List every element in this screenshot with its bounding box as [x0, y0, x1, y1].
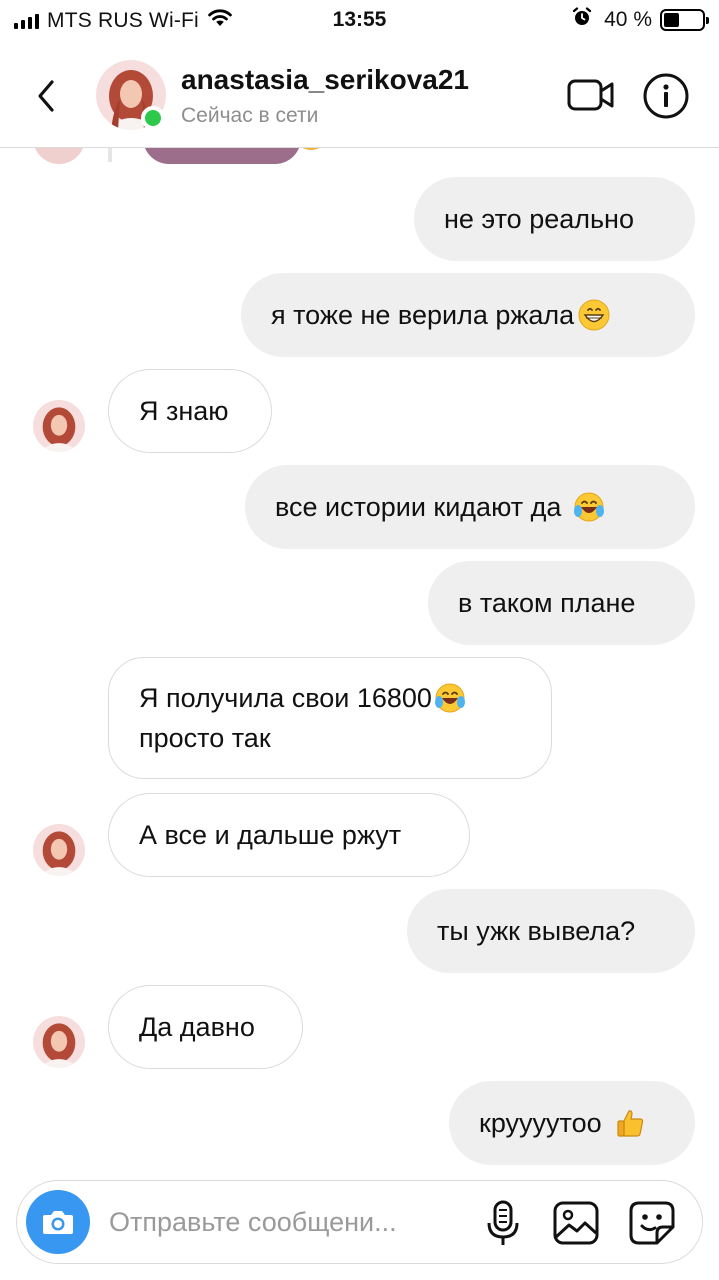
status-bar: MTS RUS Wi-Fi 13:55 40 %	[0, 0, 719, 42]
message-bubble-sent[interactable]: в таком плане	[428, 561, 695, 645]
alarm-icon	[572, 7, 592, 32]
message-text: все истории кидают да	[275, 492, 562, 522]
message-bubble-received[interactable]: Я знаю	[108, 369, 272, 453]
grinning-face-icon	[578, 299, 610, 331]
battery-icon	[660, 8, 709, 31]
battery-level	[664, 12, 679, 27]
message-text: я тоже не верила ржала	[271, 300, 575, 330]
message-bubble-received[interactable]: Да давно	[108, 985, 303, 1069]
tears-of-joy-icon	[434, 682, 466, 714]
sender-avatar[interactable]	[33, 1016, 85, 1068]
avatar	[33, 148, 85, 164]
battery-percent: 40 %	[604, 7, 652, 31]
message-bubble-sent[interactable]: круууутоо	[449, 1081, 695, 1165]
camera-button[interactable]	[26, 1190, 90, 1254]
message-text-line2: просто так	[139, 723, 271, 753]
sticker-icon[interactable]	[627, 1199, 677, 1247]
message-bubble-received[interactable]: А все и дальше ржут	[108, 793, 470, 877]
message-text: Я знаю	[139, 396, 229, 426]
chat-header: anastasia_serikova21 Сейчас в сети	[0, 42, 719, 148]
back-chevron-icon[interactable]	[30, 76, 64, 116]
video-call-icon[interactable]	[566, 74, 616, 116]
media-emoji	[296, 148, 326, 150]
message-text: Да давно	[139, 1012, 255, 1042]
contact-status: Сейчас в сети	[181, 104, 319, 127]
sender-avatar[interactable]	[33, 824, 85, 876]
message-bubble-sent[interactable]: все истории кидают да	[245, 465, 695, 549]
message-bubble-sent[interactable]: не это реально	[414, 177, 695, 261]
message-text: в таком плане	[458, 588, 636, 618]
bottom-edge	[0, 1276, 719, 1280]
media-message[interactable]	[143, 148, 301, 164]
sender-avatar[interactable]	[33, 400, 85, 452]
contact-username[interactable]: anastasia_serikova21	[181, 64, 469, 96]
online-indicator	[141, 106, 165, 130]
message-text: Я получила свои 16800	[139, 683, 432, 713]
camera-icon	[43, 1211, 73, 1234]
message-text: ты ужк вывела?	[437, 916, 636, 946]
reply-line	[108, 148, 112, 162]
message-bubble-received[interactable]: Я получила свои 16800 просто так	[108, 657, 552, 779]
message-text: круууутоо	[479, 1108, 602, 1138]
info-icon[interactable]	[642, 72, 690, 120]
tears-of-joy-icon	[573, 491, 605, 523]
message-bubble-sent[interactable]: ты ужк вывела?	[407, 889, 695, 973]
compose-bar	[16, 1180, 703, 1264]
microphone-icon[interactable]	[483, 1199, 523, 1247]
thumbs-up-icon	[614, 1107, 646, 1139]
message-text: А все и дальше ржут	[139, 820, 402, 850]
message-input[interactable]	[109, 1201, 459, 1243]
gallery-icon[interactable]	[551, 1199, 601, 1247]
message-text: не это реально	[444, 204, 634, 234]
message-list[interactable]: не это реально я тоже не верила ржала Я …	[0, 148, 719, 1168]
message-bubble-sent[interactable]: я тоже не верила ржала	[241, 273, 695, 357]
